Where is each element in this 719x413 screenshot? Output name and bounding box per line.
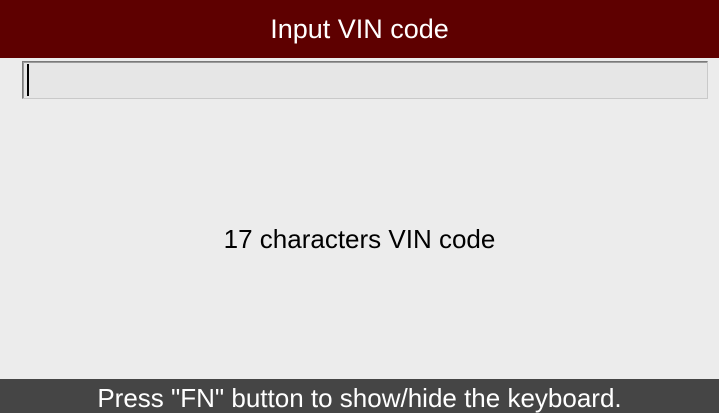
page-title: Input VIN code	[270, 14, 449, 44]
vin-length-hint: 17 characters VIN code	[223, 224, 496, 254]
vin-entry-screen: Input VIN code 17 characters VIN code Pr…	[0, 0, 719, 413]
footer-bar: Press "FN" button to show/hide the keybo…	[0, 379, 719, 413]
text-cursor	[27, 64, 29, 96]
title-bar: Input VIN code	[0, 0, 719, 58]
keyboard-toggle-instruction: Press "FN" button to show/hide the keybo…	[97, 382, 622, 413]
vin-input[interactable]	[22, 61, 708, 99]
